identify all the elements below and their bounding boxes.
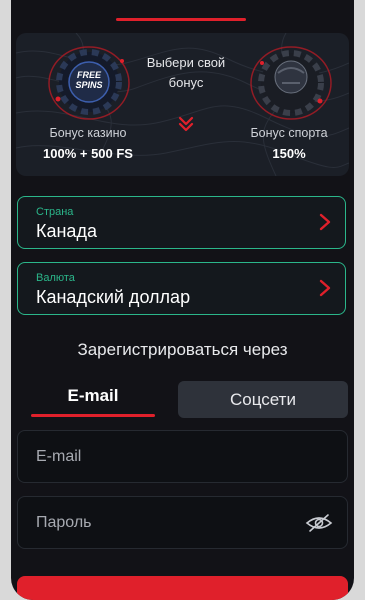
- casino-chip-icon[interactable]: FREE SPINS: [46, 39, 132, 125]
- chevron-right-icon: [319, 213, 331, 231]
- email-field[interactable]: E-mail: [17, 430, 348, 483]
- eye-slash-icon[interactable]: [305, 513, 333, 533]
- chevron-right-icon: [319, 279, 331, 297]
- email-placeholder: E-mail: [36, 448, 82, 465]
- active-tab-indicator: [31, 414, 155, 417]
- bonus-selector: FREE SPINS Бонус казино 100% + 500 FS Вы…: [16, 33, 349, 176]
- tab-email[interactable]: E-mail: [31, 386, 155, 406]
- double-chevron-down-icon: [178, 116, 194, 132]
- country-value: Канада: [36, 221, 97, 241]
- submit-button[interactable]: [17, 576, 348, 600]
- header-tab-indicator: [116, 18, 246, 21]
- svg-text:FREE: FREE: [77, 70, 102, 80]
- password-field[interactable]: Пароль: [17, 496, 348, 549]
- casino-bonus-value[interactable]: 100% + 500 FS: [33, 146, 143, 161]
- svg-text:SPINS: SPINS: [75, 80, 102, 90]
- country-select[interactable]: Страна Канада: [17, 196, 346, 249]
- tab-social[interactable]: Соцсети: [178, 381, 348, 418]
- casino-bonus-title[interactable]: Бонус казино: [33, 126, 143, 140]
- password-placeholder: Пароль: [36, 514, 92, 531]
- choose-bonus-label: Выбери свой бонус: [146, 55, 226, 90]
- register-via-heading: Зарегистрироваться через: [77, 340, 288, 359]
- registration-screen: FREE SPINS Бонус казино 100% + 500 FS Вы…: [11, 0, 354, 600]
- currency-select[interactable]: Валюта Канадский доллар: [17, 262, 346, 315]
- country-label: Страна: [36, 206, 74, 218]
- currency-label: Валюта: [36, 272, 75, 284]
- currency-value: Канадский доллар: [36, 287, 191, 307]
- sport-bonus-value[interactable]: 150%: [234, 146, 344, 161]
- sport-bonus-title[interactable]: Бонус спорта: [234, 126, 344, 140]
- sport-chip-icon[interactable]: [248, 39, 334, 125]
